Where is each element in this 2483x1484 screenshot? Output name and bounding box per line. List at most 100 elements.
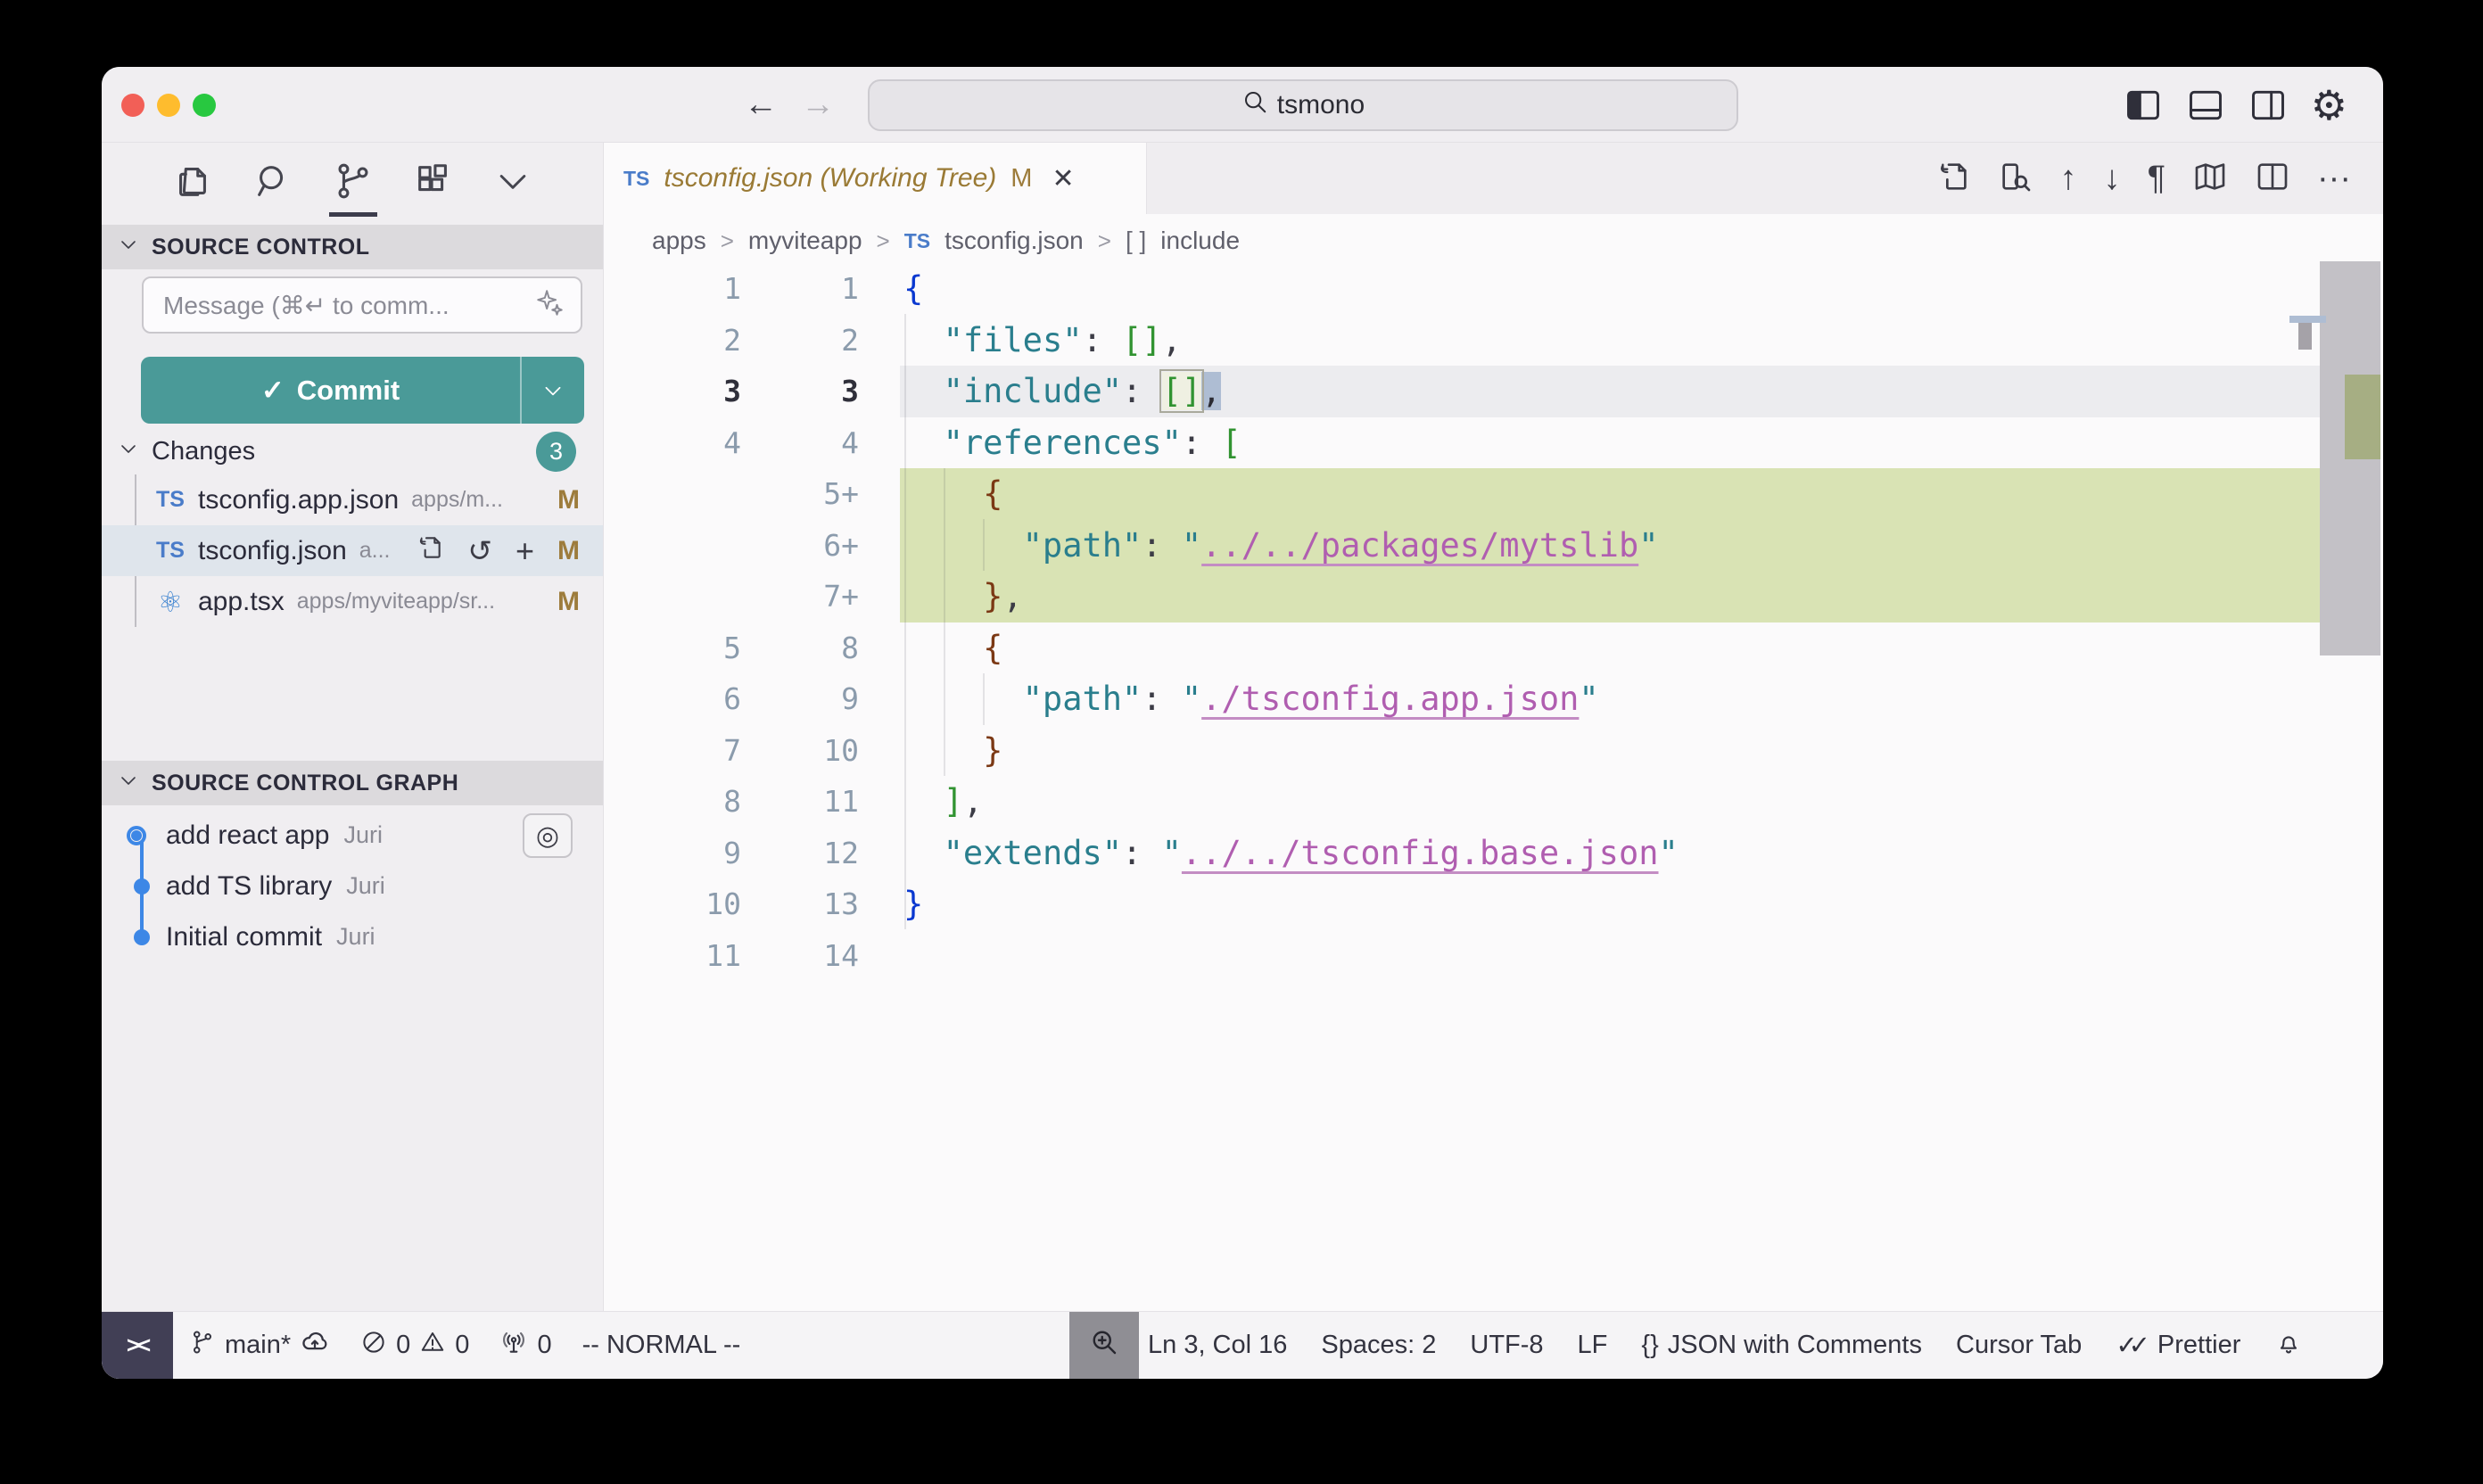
more-actions-icon[interactable]: ··· [2317,161,2351,195]
old-line-number: 5 [604,622,741,674]
commit-button-label: Commit [297,375,400,407]
file-name: tsconfig.json [198,536,347,566]
commit-message: Initial commit [166,922,322,952]
code-line[interactable]: 22 "files": [], [604,315,2320,367]
search-view-icon[interactable] [252,143,293,218]
zoom-window-button[interactable] [193,94,216,117]
indentation-item[interactable]: Spaces: 2 [1321,1331,1436,1360]
sidebar: SOURCE CONTROL Message (⌘↵ to comm... ✓ … [102,143,603,1311]
code-line[interactable]: 1114 [604,930,2320,982]
formatter-item[interactable]: ✓✓ Prettier [2116,1330,2240,1361]
nav-back-button[interactable]: ← [744,86,778,124]
code-line[interactable]: 58 { [604,622,2320,674]
toggle-secondary-sidebar-icon[interactable] [2248,86,2288,125]
commit-message-input[interactable]: Message (⌘↵ to comm... [142,276,582,334]
commit-row[interactable]: add TS libraryJuri [102,861,603,911]
remote-indicator-button[interactable]: >< [102,1312,173,1379]
inline-view-icon[interactable] [1998,159,2033,199]
extensions-icon[interactable] [413,143,454,218]
vim-mode-indicator[interactable]: -- NORMAL -- [582,1331,741,1360]
close-window-button[interactable] [121,94,144,117]
commit-message-placeholder: Message (⌘↵ to comm... [163,291,534,320]
more-views-chevron-icon[interactable] [493,143,532,218]
breadcrumb-item-apps[interactable]: apps [652,227,706,255]
source-control-graph-section-header[interactable]: SOURCE CONTROL GRAPH [102,761,603,805]
screencast-zoom-button[interactable] [1069,1312,1139,1379]
commit-dropdown-button[interactable] [520,357,584,424]
eol-item[interactable]: LF [1578,1331,1608,1360]
open-changes-icon[interactable] [1935,159,1971,199]
code-line[interactable]: 912 "extends": "../../tsconfig.base.json… [604,828,2320,879]
code-line[interactable]: 69 "path": "./tsconfig.app.json" [604,673,2320,725]
code-line[interactable]: 44 "references": [ [604,417,2320,469]
open-file-icon[interactable] [416,533,444,569]
breadcrumb-item-myviteapp[interactable]: myviteapp [748,227,862,255]
checkout-target-button[interactable]: ◎ [523,813,573,858]
cursor-tab-item[interactable]: Cursor Tab [1956,1331,2082,1360]
old-line-number: 9 [604,828,741,879]
source-control-section-header[interactable]: SOURCE CONTROL [102,225,603,269]
code-lines[interactable]: 11{22 "files": [],33 "include": [],44 "r… [604,263,2320,981]
explorer-icon[interactable] [172,143,213,218]
code-line[interactable]: 33 "include": [], [604,366,2320,417]
code-line[interactable]: 5+ { [604,468,2320,520]
tab-tsconfig-working-tree[interactable]: TS tsconfig.json (Working Tree) M ✕ [604,143,1147,214]
code-line[interactable]: 710 } [604,725,2320,777]
commit-row[interactable]: add react appJuri◎ [102,810,603,861]
branch-status-item[interactable]: main* [189,1327,330,1364]
chevron-right-icon: > [1098,227,1111,255]
old-line-number: 4 [604,417,741,469]
ts-file-icon: TS [623,167,649,191]
source-control-header-label: SOURCE CONTROL [152,235,370,260]
code-line[interactable]: 1013} [604,878,2320,930]
changes-header[interactable]: Changes 3 [102,428,603,474]
problems-status-item[interactable]: 0 0 [360,1329,469,1363]
breadcrumb-item-include[interactable]: include [1160,227,1240,255]
command-center-search[interactable]: tsmono [868,79,1738,131]
map-icon[interactable] [2192,159,2228,199]
code-line[interactable]: 11{ [604,263,2320,315]
split-editor-icon[interactable] [2255,159,2290,199]
previous-change-icon[interactable]: ↑ [2060,161,2077,195]
whitespace-toggle-icon[interactable]: ¶ [2148,161,2165,195]
warning-icon [419,1329,446,1363]
commit-author: Juri [343,821,383,849]
code-line[interactable]: 6+ "path": "../../packages/mytslib" [604,520,2320,572]
tab-close-icon[interactable]: ✕ [1052,163,1074,194]
minimize-window-button[interactable] [157,94,180,117]
commit-row[interactable]: Initial commitJuri [102,911,603,962]
toggle-primary-sidebar-icon[interactable] [2124,86,2163,125]
source-control-view-icon[interactable] [333,143,374,218]
changed-file-row[interactable]: ⚛app.tsxapps/myviteapp/sr...M [102,576,603,627]
overview-selection-mark [2298,323,2312,350]
new-line-number: 7+ [741,571,859,622]
notifications-bell-icon[interactable] [2274,1328,2303,1364]
code-line[interactable]: 811 ], [604,776,2320,828]
line-content: { [900,263,2320,315]
status-bar: >< main* 0 0 [102,1311,2383,1379]
stage-changes-icon[interactable]: + [516,532,534,570]
commit-button[interactable]: ✓ Commit [141,357,584,424]
cursor-position-item[interactable]: Ln 3, Col 16 [1148,1331,1287,1360]
breadcrumb-item-tsconfig[interactable]: tsconfig.json [945,227,1084,255]
toggle-panel-icon[interactable] [2186,86,2225,125]
new-line-number: 8 [741,622,859,674]
line-content: "path": "./tsconfig.app.json" [900,673,2320,725]
chevron-down-icon [118,770,139,797]
encoding-item[interactable]: UTF-8 [1470,1331,1543,1360]
chevron-down-icon [118,437,139,466]
code-line[interactable]: 7+ }, [604,571,2320,622]
changes-count-badge: 3 [536,432,576,472]
double-check-icon: ✓✓ [2116,1330,2141,1361]
ports-status-item[interactable]: 0 [499,1328,551,1364]
settings-gear-icon[interactable]: ⚙ [2311,85,2347,126]
language-mode-item[interactable]: {} JSON with Comments [1641,1331,1922,1360]
new-line-number: 14 [741,930,859,982]
discard-changes-icon[interactable]: ↺ [467,533,492,568]
next-change-icon[interactable]: ↓ [2104,161,2121,195]
changed-file-row[interactable]: TStsconfig.jsona...↺+M [102,525,603,576]
nav-forward-button[interactable]: → [801,86,835,124]
commit-author: Juri [346,872,385,900]
sparkle-ai-icon[interactable] [534,287,565,324]
changed-file-row[interactable]: TStsconfig.app.jsonapps/m...M [102,474,603,525]
